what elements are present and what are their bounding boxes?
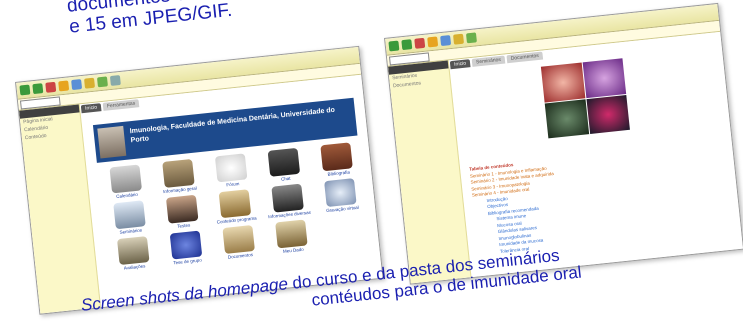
search-icon[interactable] <box>71 79 83 91</box>
tool-calendario[interactable]: Calendário <box>98 163 154 200</box>
calendar-icon <box>109 164 142 194</box>
mouth-image <box>540 62 585 103</box>
antibody-image <box>585 94 630 135</box>
cells-image <box>582 58 627 98</box>
tool-gravacao[interactable]: Gravação virtual <box>313 177 369 214</box>
tool-informacoes[interactable]: Informações diversas <box>260 182 316 219</box>
tool-label: Avaliações <box>123 263 146 271</box>
micrograph-collage <box>540 58 630 139</box>
history-icon[interactable] <box>96 76 108 88</box>
home-icon[interactable] <box>427 36 439 48</box>
tool-seminarios[interactable]: Seminários <box>101 199 157 236</box>
stop-icon[interactable] <box>45 81 57 93</box>
tool-testes[interactable]: Testes <box>154 194 210 231</box>
history-icon[interactable] <box>465 32 477 44</box>
caption-top: documentos em formato PDF, e 15 em JPEG/… <box>66 0 320 38</box>
info-icon <box>161 158 195 188</box>
stamp-icon <box>271 183 305 213</box>
sidebar: Página inicial Calendário Conteúdo <box>19 104 102 314</box>
tool-chat[interactable]: Chat <box>256 147 312 184</box>
forward-icon[interactable] <box>32 83 44 95</box>
mail-icon[interactable] <box>109 75 121 86</box>
favorites-icon[interactable] <box>453 33 465 45</box>
tab-ferramentas[interactable]: Ferramentas <box>102 99 140 111</box>
tool-forum[interactable]: Fórum <box>203 152 259 189</box>
sidebar: Seminários Documentos <box>388 60 472 284</box>
tissue-image <box>544 98 589 139</box>
people-icon <box>165 194 199 224</box>
tab-inicio[interactable]: Início <box>80 103 102 114</box>
chat-icon <box>267 147 301 177</box>
tool-meu-dado[interactable]: Meu Dado <box>264 218 320 255</box>
search-icon[interactable] <box>440 35 452 47</box>
tool-label: Testes <box>176 222 191 229</box>
tool-label: Documentos <box>227 252 254 260</box>
tool-label: Seminários <box>119 227 143 235</box>
back-icon[interactable] <box>388 40 400 52</box>
tool-grid: Calendário Informação geral Fórum Chat B… <box>98 141 373 272</box>
disc-icon <box>324 178 358 208</box>
content-tree: Tabela de conteúdos Seminário 1 - Imunol… <box>469 158 562 257</box>
tool-label: Fórum <box>226 181 240 188</box>
tool-label: Meu Dado <box>282 246 304 254</box>
content-icon <box>218 189 252 219</box>
stop-icon[interactable] <box>414 37 426 49</box>
forward-icon[interactable] <box>401 39 413 51</box>
tool-bibliografia[interactable]: Bibliografia <box>309 141 365 178</box>
banner-title: Imunologia, Faculdade de Medicina Dentár… <box>129 106 336 145</box>
tool-avaliacoes[interactable]: Avaliações <box>105 235 161 272</box>
seminars-screenshot: Seminários Documentos Início Seminários … <box>384 2 743 285</box>
monitor-icon <box>112 200 146 230</box>
tool-label: Bibliografia <box>327 169 351 177</box>
back-icon[interactable] <box>19 84 31 96</box>
tool-documentos[interactable]: Documentos <box>211 224 267 261</box>
folder-icon <box>275 219 308 249</box>
tool-conteudo[interactable]: Conteúdo programa <box>207 188 263 225</box>
tool-tese[interactable]: Tese de grupo <box>158 229 214 266</box>
documents-icon <box>222 224 255 254</box>
tab-inicio[interactable]: Início <box>449 59 471 70</box>
home-icon[interactable] <box>58 80 70 92</box>
bibliography-icon <box>320 142 354 172</box>
tool-label: Calendário <box>115 191 139 200</box>
tab-documentos[interactable]: Documentos <box>506 51 544 64</box>
forum-icon <box>214 153 248 183</box>
scale-icon <box>116 236 150 266</box>
jar-icon <box>169 230 203 260</box>
tool-label: Chat <box>280 175 291 182</box>
tool-informacao[interactable]: Informação geral <box>150 158 206 195</box>
favorites-icon[interactable] <box>84 77 96 89</box>
tab-seminarios[interactable]: Seminários <box>471 55 506 67</box>
banner-photo <box>97 125 127 159</box>
